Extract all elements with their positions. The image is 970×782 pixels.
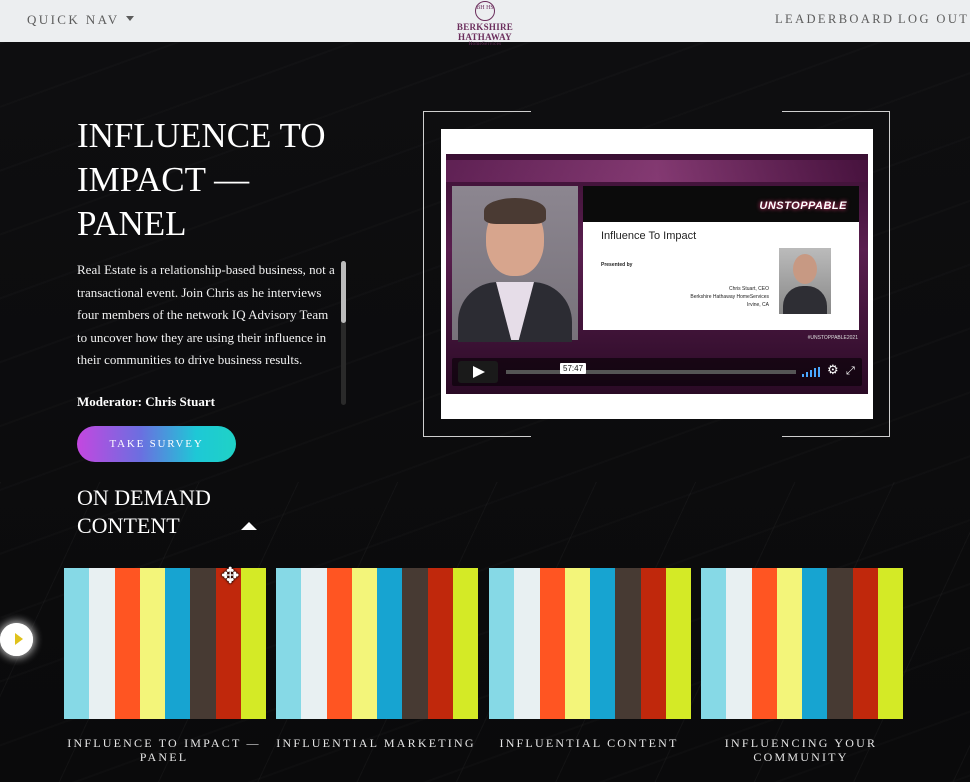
- chevron-down-icon: [125, 16, 134, 21]
- top-nav: QUICK NAV BH HS BERKSHIRE HATHAWAY HomeS…: [0, 0, 970, 47]
- card-title[interactable]: INFLUENTIAL MARKETING: [266, 736, 486, 750]
- content-card[interactable]: [276, 568, 478, 719]
- logo-name: BERKSHIRE HATHAWAY: [456, 22, 514, 42]
- move-cursor-icon: ✥: [221, 564, 240, 589]
- quick-nav-dropdown[interactable]: QUICK NAV: [27, 12, 134, 28]
- presenter-line: Irvine, CA: [747, 302, 769, 308]
- presenter-line: Berkshire Hathaway HomeServices: [690, 294, 769, 300]
- video-player[interactable]: UNSTOPPABLE Influence To Impact Presente…: [446, 154, 868, 394]
- scrollbar-thumb[interactable]: [341, 261, 346, 323]
- content-card[interactable]: [489, 568, 691, 719]
- description-scrollbar[interactable]: [341, 261, 346, 405]
- thumb-stripe: [377, 568, 403, 719]
- logo-seal: BH HS: [475, 1, 495, 21]
- slide-presented-by: Presented by: [601, 262, 633, 268]
- thumb-stripe: [802, 568, 828, 719]
- thumb-stripe: [776, 568, 802, 719]
- page-title: INFLUENCE TO IMPACT — PANEL: [77, 116, 326, 243]
- quick-nav-label: QUICK NAV: [27, 12, 120, 27]
- thumb-stripe: [427, 568, 453, 719]
- play-button[interactable]: [458, 361, 498, 383]
- description-scroll-area[interactable]: Real Estate is a relationship-based busi…: [77, 259, 349, 406]
- take-survey-button[interactable]: TAKE SURVEY: [77, 426, 236, 462]
- thumb-stripe: [89, 568, 115, 719]
- thumb-stripe: [276, 568, 302, 719]
- thumb-stripe: [665, 568, 691, 719]
- thumb-stripe: [351, 568, 377, 719]
- gear-icon[interactable]: ⚙: [827, 363, 839, 378]
- video-player-container: UNSTOPPABLE Influence To Impact Presente…: [441, 129, 873, 419]
- slide-title: Influence To Impact: [601, 230, 697, 242]
- thumb-stripe: [539, 568, 565, 719]
- video-banner-stripe: [446, 160, 868, 182]
- thumb-stripe: [139, 568, 165, 719]
- thumb-stripe: [615, 568, 641, 719]
- presenter-line: Chris Stuart, CEO: [728, 286, 769, 292]
- presentation-slide: Influence To Impact Presented by Chris S…: [583, 222, 859, 330]
- video-progress-bar[interactable]: 57:47: [506, 363, 796, 374]
- thumb-stripe: [452, 568, 478, 719]
- thumb-stripe: [190, 568, 216, 719]
- on-demand-toggle[interactable]: ON DEMAND CONTENT: [77, 484, 257, 540]
- thumb-stripe: [564, 568, 590, 719]
- speaker-hair: [484, 198, 546, 224]
- leaderboard-link[interactable]: LEADERBOARD: [775, 12, 894, 27]
- carousel-next-button[interactable]: [0, 623, 33, 656]
- chevron-up-icon: [241, 522, 257, 530]
- content-card[interactable]: [701, 568, 903, 719]
- presenter-photo: [779, 248, 831, 314]
- thumb-stripe: [751, 568, 777, 719]
- volume-icon[interactable]: [802, 367, 820, 377]
- logout-link[interactable]: LOG OUT: [898, 12, 969, 27]
- thumb-stripe: [640, 568, 666, 719]
- session-description: Real Estate is a relationship-based busi…: [77, 262, 335, 367]
- moderator-text: Moderator: Chris Stuart: [77, 393, 215, 407]
- thumb-stripe: [726, 568, 752, 719]
- thumb-stripe: [827, 568, 853, 719]
- card-title[interactable]: INFLUENCING YOUR COMMUNITY: [691, 736, 911, 764]
- thumb-stripe: [514, 568, 540, 719]
- thumb-stripe: [301, 568, 327, 719]
- thumb-stripe: [877, 568, 903, 719]
- thumb-stripe: [852, 568, 878, 719]
- thumb-stripe: [64, 568, 90, 719]
- thumb-stripe: [215, 568, 241, 719]
- speaker-webcam: [452, 186, 578, 342]
- thumb-stripe: [489, 568, 515, 719]
- card-title[interactable]: INFLUENTIAL CONTENT: [479, 736, 699, 750]
- thumb-stripe: [402, 568, 428, 719]
- thumb-stripe: [114, 568, 140, 719]
- thumb-stripe: [165, 568, 191, 719]
- video-timecode: 57:47: [560, 363, 587, 374]
- slide-hashtag: #UNSTOPPABLE2021: [807, 335, 858, 341]
- slide-presenter: Chris Stuart, CEO Berkshire Hathaway Hom…: [663, 285, 769, 309]
- card-title[interactable]: INFLUENCE TO IMPACT — PANEL: [54, 736, 274, 764]
- video-controls: 57:47 ⚙ ⤢: [452, 358, 862, 386]
- logo-subtitle: HomeServices: [468, 42, 502, 47]
- thumb-stripe: [701, 568, 727, 719]
- on-demand-heading: ON DEMAND CONTENT: [77, 485, 211, 538]
- content-card[interactable]: [64, 568, 266, 719]
- fullscreen-icon[interactable]: ⤢: [846, 364, 855, 378]
- brand-logo[interactable]: BH HS BERKSHIRE HATHAWAY HomeServices: [430, 1, 540, 47]
- thumb-stripe: [326, 568, 352, 719]
- thumb-stripe: [590, 568, 616, 719]
- thumb-stripe: [240, 568, 266, 719]
- unstoppable-logo: UNSTOPPABLE: [759, 200, 847, 212]
- slide-header: UNSTOPPABLE: [583, 186, 859, 222]
